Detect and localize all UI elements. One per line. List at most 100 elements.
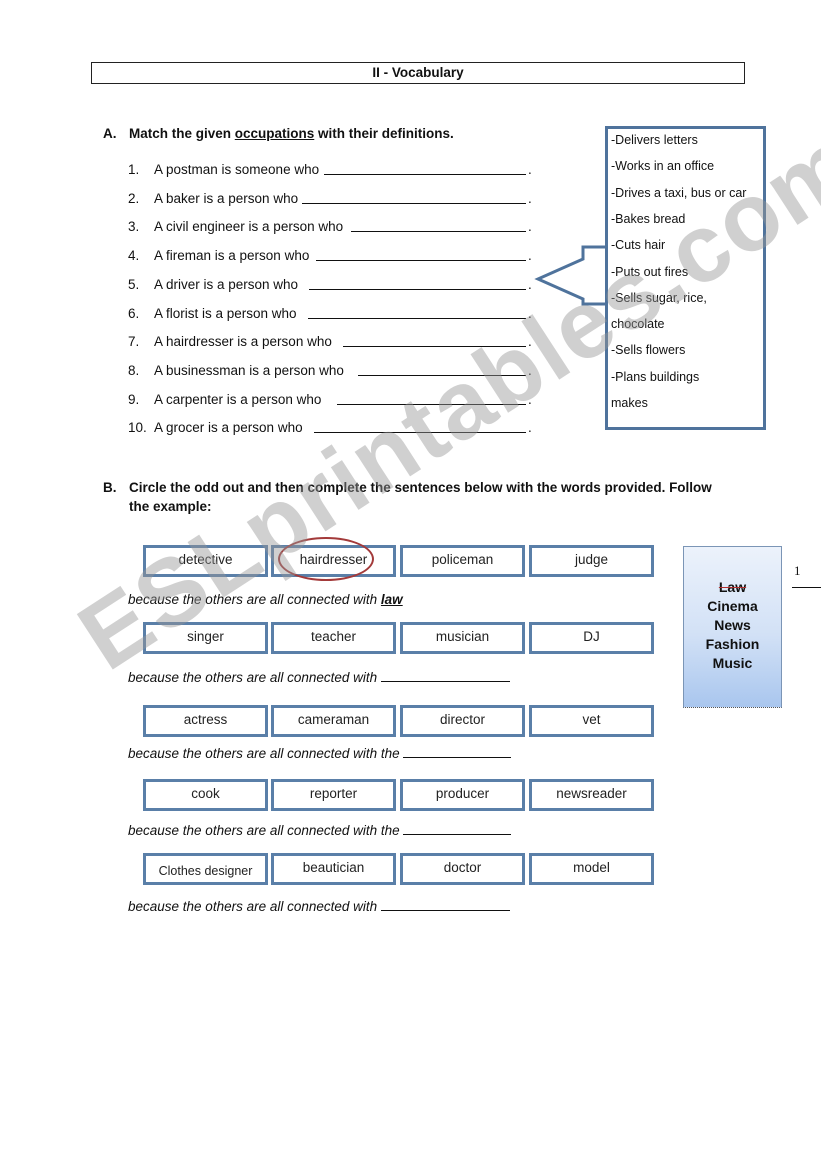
word-option[interactable]: judge (529, 545, 654, 577)
word-option[interactable]: policeman (400, 545, 525, 577)
definition-item: -Puts out fires (611, 264, 689, 279)
section-a-letter: A. (103, 126, 117, 141)
question-text: A florist is a person who (154, 306, 297, 321)
word-option[interactable]: detective (143, 545, 268, 577)
word-option[interactable]: cook (143, 779, 268, 811)
word-option[interactable]: director (400, 705, 525, 737)
line-end-period: . (528, 334, 532, 349)
word-bank-item: Music (712, 655, 753, 671)
word-bank-list: Law Cinema News Fashion Music (684, 547, 781, 673)
page-title: II - Vocabulary (91, 62, 745, 84)
footnote-rule (792, 587, 821, 588)
line-end-period: . (528, 420, 532, 435)
word-option[interactable]: reporter (271, 779, 396, 811)
line-end-period: . (528, 219, 532, 234)
answer-blank[interactable] (351, 217, 526, 232)
answer-blank[interactable] (324, 160, 526, 175)
question-item: 7. A hairdresser is a person who. (128, 332, 538, 352)
word-option[interactable]: DJ (529, 622, 654, 654)
word-option[interactable]: singer (143, 622, 268, 654)
question-number: 2. (128, 191, 140, 206)
definition-item: -Works in an office (611, 159, 715, 174)
question-number: 1. (128, 162, 140, 177)
instruction-text: with their definitions. (314, 126, 454, 141)
question-number: 9. (128, 392, 140, 407)
answer-blank[interactable] (308, 304, 526, 319)
answer-blank[interactable] (358, 361, 526, 376)
line-end-period: . (528, 162, 532, 177)
question-text: A businessman is a person who (154, 363, 344, 378)
answer-blank[interactable] (403, 822, 512, 835)
because-sentence: because the others are all connected wit… (128, 822, 512, 840)
answer-blank[interactable] (380, 669, 510, 682)
word-option[interactable]: musician (400, 622, 525, 654)
question-text: A driver is a person who (154, 277, 299, 292)
question-text: A civil engineer is a person who (154, 219, 344, 234)
question-text: A fireman is a person who (154, 248, 310, 263)
because-sentence: because the others are all connected wit… (128, 669, 510, 687)
section-a-instruction: Match the given occupations with their d… (129, 124, 454, 143)
question-number: 3. (128, 219, 140, 234)
question-text: A carpenter is a person who (154, 392, 322, 407)
sentence-text: because the others are all connected wit… (128, 592, 381, 607)
question-item: 5. A driver is a person who. (128, 275, 538, 295)
line-end-period: . (528, 363, 532, 378)
definition-item: -Plans buildings (611, 369, 700, 384)
page-number: 1 (794, 563, 801, 578)
definition-item: makes (611, 396, 648, 410)
word-option[interactable]: beautician (271, 853, 396, 885)
word-option[interactable]: Clothes designer (143, 853, 268, 885)
word-option[interactable]: doctor (400, 853, 525, 885)
answer-blank[interactable] (380, 898, 510, 911)
answer-blank[interactable] (343, 332, 526, 347)
line-end-period: . (528, 248, 532, 263)
word-option[interactable]: teacher (271, 622, 396, 654)
sentence-text: because the others are all connected wit… (128, 899, 381, 914)
line-end-period: . (528, 392, 532, 407)
word-option[interactable]: model (529, 853, 654, 885)
because-sentence: because the others are all connected wit… (128, 591, 403, 609)
sentence-text: because the others are all connected wit… (128, 746, 404, 761)
answer-blank[interactable] (316, 246, 526, 261)
answer-blank[interactable] (337, 390, 526, 405)
word-bank-item: Cinema (707, 598, 758, 614)
answer-blank[interactable] (309, 275, 526, 290)
line-end-period: . (528, 191, 532, 206)
definition-item: -Sells sugar, rice, (611, 290, 707, 305)
definition-item: -Sells flowers (611, 343, 686, 358)
answer-blank[interactable] (302, 189, 526, 204)
line-end-period: . (528, 306, 532, 321)
answer-blank[interactable] (314, 418, 526, 433)
word-option[interactable]: vet (529, 705, 654, 737)
question-text: A grocer is a person who (154, 420, 303, 435)
word-bank-item: Fashion (705, 636, 760, 652)
question-item: 6. A florist is a person who. (128, 304, 538, 324)
sentence-text: because the others are all connected wit… (128, 823, 404, 838)
question-number: 6. (128, 306, 140, 321)
question-number: 10. (128, 420, 147, 435)
question-number: 8. (128, 363, 140, 378)
answer-blank[interactable] (403, 745, 512, 758)
section-b-letter: B. (103, 480, 117, 495)
instruction-keyword: occupations (234, 126, 315, 141)
question-number: 7. (128, 334, 140, 349)
example-answer: law (380, 592, 403, 607)
definition-item: -Delivers letters (611, 133, 698, 147)
word-option[interactable]: newsreader (529, 779, 654, 811)
question-text: A postman is someone who (154, 162, 320, 177)
section-b-instruction-line1: Circle the odd out and then complete the… (129, 480, 712, 495)
line-end-period: . (528, 277, 532, 292)
word-bank-item: News (714, 617, 751, 633)
question-item: 2. A baker is a person who. (128, 189, 538, 209)
word-option[interactable]: actress (143, 705, 268, 737)
question-item: 9. A carpenter is a person who. (128, 390, 538, 410)
section-b-instruction-line2: the example: (129, 499, 212, 514)
question-number: 4. (128, 248, 140, 263)
definitions-box: -Delivers letters -Works in an office -Dri… (605, 126, 766, 430)
instruction-text: Match the given (129, 126, 235, 141)
because-sentence: because the others are all connected wit… (128, 898, 510, 916)
question-text: A baker is a person who (154, 191, 299, 206)
word-option[interactable]: producer (400, 779, 525, 811)
word-bank: Law Cinema News Fashion Music (683, 546, 782, 708)
word-option[interactable]: cameraman (271, 705, 396, 737)
